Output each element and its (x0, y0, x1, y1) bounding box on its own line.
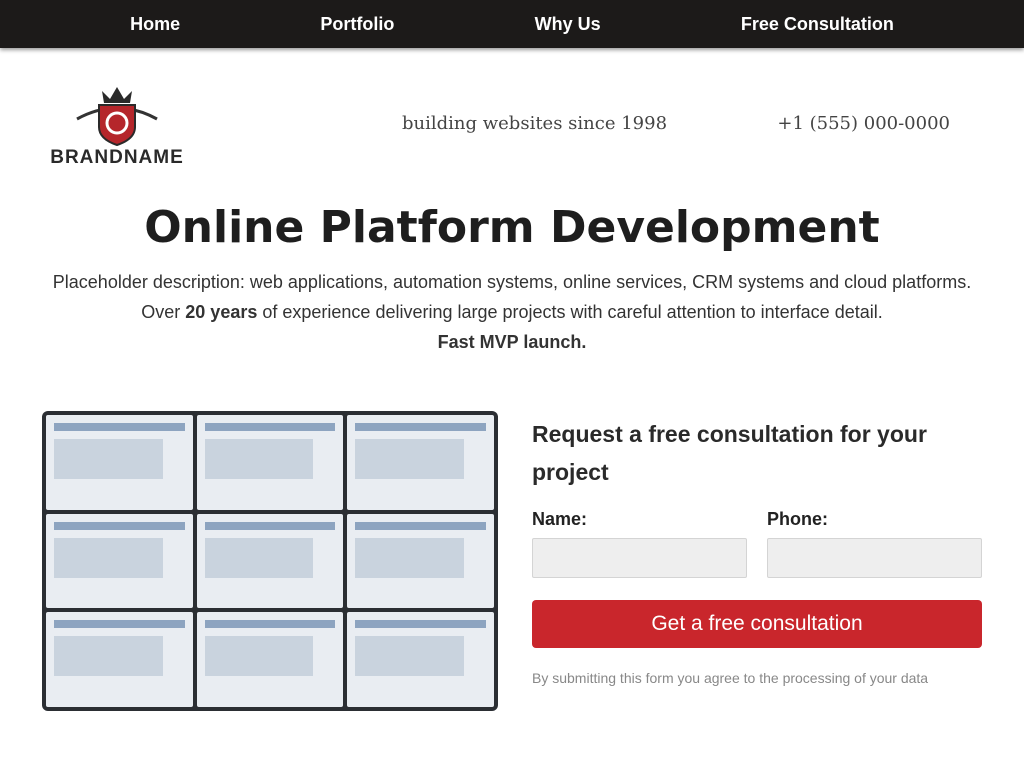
hero-description: Placeholder description: web application… (47, 267, 977, 327)
form-title: Request a free consultation for your pro… (532, 421, 927, 485)
phone-input[interactable] (767, 538, 982, 578)
content-row: Request a free consultation for your pro… (0, 357, 1024, 711)
page-title: Online Platform Development (144, 202, 880, 253)
mvp-line: Fast MVP launch. (437, 332, 587, 352)
form-fields: Name: Phone: (532, 509, 982, 578)
desc-accent: 20 years (185, 302, 258, 322)
portfolio-tile (196, 612, 344, 707)
portfolio-preview[interactable] (42, 411, 498, 711)
desc-part2: of experience delivering large projects … (262, 302, 883, 322)
nav-portfolio[interactable]: Portfolio (320, 14, 394, 35)
name-field: Name: (532, 509, 747, 578)
portfolio-tile (46, 612, 193, 707)
name-label: Name: (532, 509, 588, 529)
portfolio-tile (46, 513, 193, 609)
nav-why-us[interactable]: Why Us (535, 14, 601, 35)
top-nav: Home Portfolio Why Us Free Consultation (0, 0, 1024, 48)
nav-home[interactable]: Home (130, 14, 180, 35)
phone-field: Phone: (767, 509, 982, 578)
phone-label: Phone: (767, 509, 828, 529)
portfolio-tile (46, 415, 193, 510)
crest-icon (76, 87, 158, 147)
consent-text: By submitting this form you agree to the… (532, 670, 929, 686)
site-header: BRANDNAME building websites since 1998 +… (0, 48, 1024, 198)
portfolio-tile (347, 612, 494, 707)
nav-consultation[interactable]: Free Consultation (741, 14, 894, 35)
portfolio-tile (196, 415, 344, 510)
consultation-form: Request a free consultation for your pro… (532, 411, 982, 711)
portfolio-tile (347, 415, 494, 510)
phone-link[interactable]: +1 (555) 000-0000 (777, 113, 950, 134)
name-input[interactable] (532, 538, 747, 578)
tagline: building websites since 1998 (402, 112, 668, 134)
submit-button[interactable]: Get a free consultation (532, 600, 982, 648)
portfolio-tile (347, 513, 494, 609)
hero: Online Platform Development Placeholder … (0, 198, 1024, 357)
logo-text: BRANDNAME (50, 147, 184, 168)
portfolio-tile (196, 513, 344, 609)
logo[interactable]: BRANDNAME (42, 77, 192, 169)
